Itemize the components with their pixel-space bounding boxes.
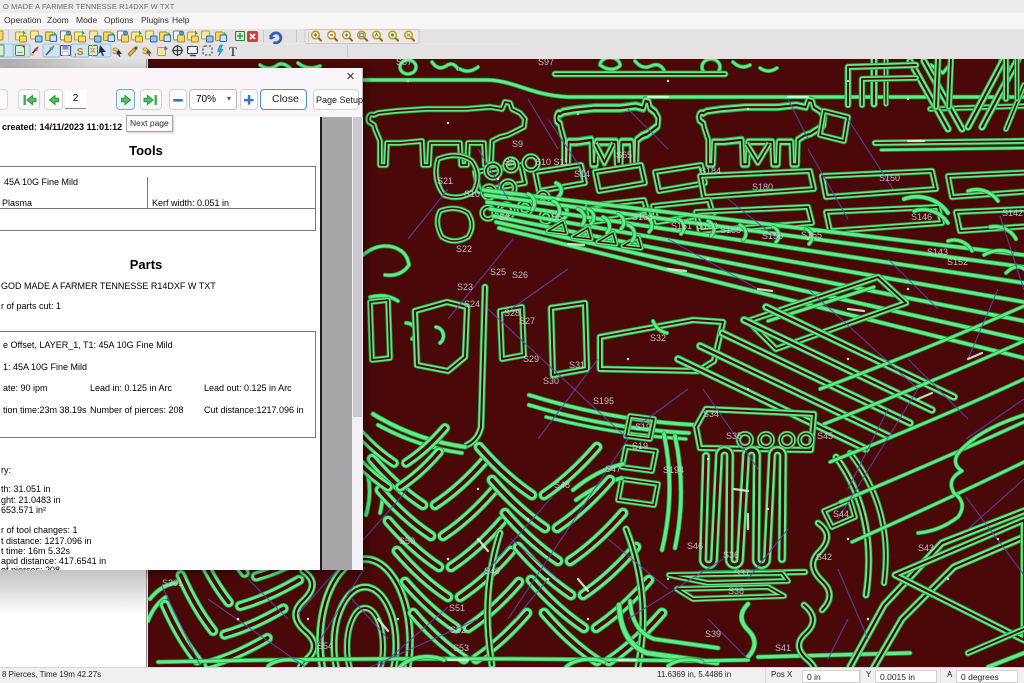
- svg-text:S34: S34: [703, 409, 719, 419]
- svg-text:S54: S54: [317, 641, 333, 651]
- svg-text:S156: S156: [762, 231, 783, 241]
- svg-text:S31: S31: [569, 360, 585, 370]
- svg-text:S42: S42: [816, 552, 832, 562]
- svg-text:S41: S41: [775, 643, 791, 653]
- svg-text:S48: S48: [554, 480, 570, 490]
- svg-text:S45: S45: [817, 431, 833, 441]
- svg-text:S97: S97: [538, 59, 554, 67]
- svg-text:S30: S30: [543, 376, 559, 386]
- svg-text:S10 S11: S10 S11: [535, 157, 569, 167]
- svg-text:S142: S142: [1002, 208, 1023, 218]
- svg-text:S29: S29: [523, 354, 539, 364]
- svg-text:S155: S155: [801, 230, 822, 240]
- svg-text:S43: S43: [918, 543, 934, 553]
- svg-text:S25: S25: [490, 267, 506, 277]
- svg-text:S37: S37: [734, 568, 750, 578]
- svg-text:S24: S24: [464, 299, 480, 309]
- svg-text:S50: S50: [399, 536, 415, 546]
- svg-text:S201: S201: [162, 578, 183, 588]
- svg-text:S26: S26: [512, 270, 528, 280]
- svg-text:S28: S28: [504, 308, 520, 318]
- svg-text:S146: S146: [911, 212, 932, 222]
- svg-text:S180: S180: [752, 182, 773, 192]
- svg-text:S10: S10: [464, 189, 480, 199]
- svg-text:S150: S150: [879, 173, 900, 183]
- svg-text:S38: S38: [728, 586, 744, 596]
- svg-text:S161: S161: [671, 221, 692, 231]
- svg-text:S21: S21: [437, 176, 453, 186]
- svg-text:S51: S51: [449, 603, 465, 613]
- svg-text:S8: S8: [504, 157, 515, 167]
- svg-text:S27: S27: [519, 316, 535, 326]
- svg-text:,S: ,S: [74, 47, 84, 58]
- svg-text:S158: S158: [720, 225, 741, 235]
- svg-text:S87: S87: [396, 59, 412, 67]
- svg-text:S164: S164: [632, 212, 653, 222]
- svg-text:S53: S53: [453, 643, 469, 653]
- svg-text:S195: S195: [593, 396, 614, 406]
- svg-text:S65: S65: [616, 150, 632, 160]
- svg-text:S52: S52: [450, 625, 466, 635]
- svg-text:S: S: [142, 46, 148, 56]
- svg-text:S46: S46: [687, 541, 703, 551]
- svg-text:S152: S152: [947, 257, 968, 267]
- svg-text:S44: S44: [833, 509, 849, 519]
- svg-text:S35: S35: [726, 431, 742, 441]
- svg-text:S32: S32: [650, 333, 666, 343]
- svg-text:S160: S160: [697, 221, 718, 231]
- svg-text:S19: S19: [635, 422, 651, 432]
- svg-text:S19: S19: [632, 441, 648, 451]
- svg-text:S194: S194: [663, 465, 684, 475]
- svg-text:S184: S184: [700, 166, 721, 176]
- svg-text:S39: S39: [705, 629, 721, 639]
- svg-text:T: T: [229, 44, 237, 59]
- svg-text:S6: S6: [499, 212, 510, 222]
- svg-text:S36: S36: [723, 550, 739, 560]
- svg-text:S47: S47: [605, 464, 621, 474]
- svg-text:S5: S5: [551, 212, 562, 222]
- svg-text:S49: S49: [484, 566, 500, 576]
- svg-text:S143: S143: [927, 247, 948, 257]
- svg-text:S22: S22: [456, 244, 472, 254]
- svg-text:S9: S9: [512, 139, 523, 149]
- svg-text:S14: S14: [574, 169, 590, 179]
- svg-text:S23: S23: [457, 282, 473, 292]
